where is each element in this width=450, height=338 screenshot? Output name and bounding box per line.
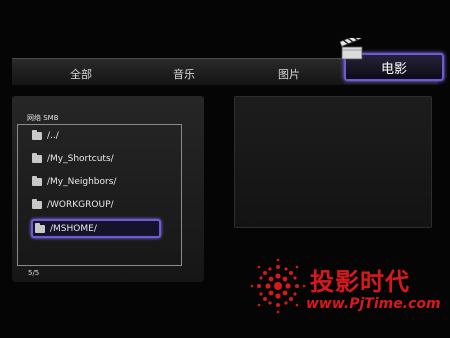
list-item-label: /My_Shortcuts/	[47, 154, 114, 164]
source-label: 网络 SMB	[27, 114, 59, 122]
list-item-label: /../	[47, 131, 59, 141]
list-item-label: /WORKGROUP/	[47, 200, 114, 210]
tab-photos[interactable]: 图片	[278, 66, 300, 82]
list-item-workgroup[interactable]: /WORKGROUP/	[32, 198, 114, 212]
list-item-my-neighbors[interactable]: /My_Neighbors/	[32, 175, 116, 189]
list-item-my-shortcuts[interactable]: /My_Shortcuts/	[32, 152, 114, 166]
preview-panel	[234, 96, 432, 228]
list-item-mshome[interactable]: /MSHOME/	[31, 219, 161, 238]
folder-icon	[32, 130, 42, 140]
page-count: 5/5	[28, 269, 40, 277]
tab-all[interactable]: 全部	[70, 66, 92, 82]
folder-icon	[32, 176, 42, 186]
tab-music[interactable]: 音乐	[173, 66, 195, 82]
folder-icon	[32, 199, 42, 209]
list-item-label: /My_Neighbors/	[47, 177, 117, 187]
watermark-chinese: 投影时代	[310, 268, 410, 296]
watermark-english: www.PjTime.com	[306, 296, 441, 312]
list-item-label: /MSHOME/	[50, 223, 97, 234]
file-list	[17, 124, 182, 266]
list-item-parent[interactable]: /../	[32, 129, 59, 143]
folder-icon	[35, 222, 45, 233]
tab-movies-label: 电影	[380, 61, 407, 77]
sunburst-logo-icon	[250, 258, 306, 314]
folder-icon	[32, 153, 42, 163]
clapperboard-icon	[340, 38, 363, 60]
